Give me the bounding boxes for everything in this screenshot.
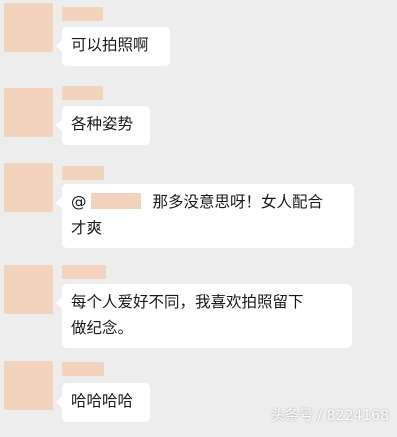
sender-name-redacted (62, 362, 104, 376)
message-bubble[interactable]: 各种姿势 (56, 106, 150, 145)
avatar[interactable] (4, 265, 53, 314)
message-text: 可以拍照啊 (71, 36, 149, 54)
avatar[interactable] (4, 88, 53, 137)
sender-name-redacted (62, 86, 103, 100)
message-line: 才爽 (71, 219, 103, 237)
message-bubble[interactable]: 哈哈哈哈 (56, 383, 150, 422)
message-line: 做纪念。 (71, 319, 134, 337)
message-bubble[interactable]: @ 那多没意思呀！女人配合 才爽 (56, 184, 354, 248)
avatar[interactable] (4, 3, 53, 52)
avatar[interactable] (4, 361, 53, 410)
message-text: 哈哈哈哈 (71, 392, 134, 410)
message-bubble[interactable]: 每个人爱好不同，我喜欢拍照留下 做纪念。 (56, 284, 352, 348)
sender-name-redacted (62, 265, 106, 279)
sender-name-redacted (62, 166, 104, 180)
mention-symbol: @ (71, 193, 87, 211)
message-text: 各种姿势 (71, 115, 134, 133)
message-line: @ 那多没意思呀！女人配合 (71, 189, 345, 215)
message-bubble[interactable]: 可以拍照啊 (56, 27, 170, 66)
avatar[interactable] (4, 163, 53, 212)
sender-name-redacted (62, 7, 103, 21)
mention-name-redacted (90, 193, 141, 209)
message-line: 每个人爱好不同，我喜欢拍照留下 (71, 293, 304, 311)
watermark: 头条号 / 8224168 (271, 408, 389, 424)
message-text: 那多没意思呀！女人配合 (152, 193, 324, 211)
